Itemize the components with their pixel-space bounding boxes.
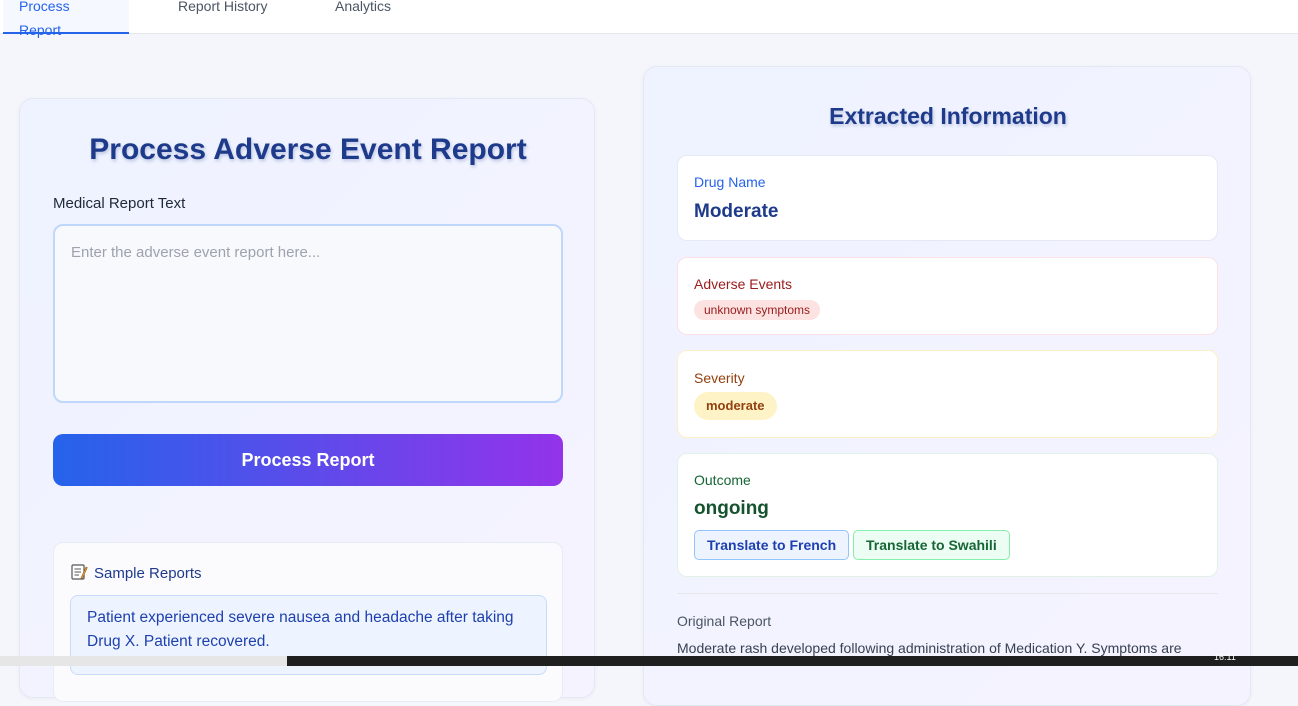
adverse-event-tag: unknown symptoms: [694, 300, 821, 320]
sample-reports-heading: Sample Reports: [70, 563, 202, 582]
sample-reports-panel: Sample Reports Patient experienced sever…: [53, 542, 563, 702]
report-text-input[interactable]: [53, 224, 563, 403]
tab-report-history[interactable]: Report History: [162, 0, 283, 34]
drug-name-box: Drug Name Moderate: [677, 155, 1218, 241]
translate-french-button[interactable]: Translate to French: [694, 530, 850, 560]
process-report-card: Process Adverse Event Report Medical Rep…: [19, 98, 595, 702]
taskbar: 16:11: [0, 652, 1298, 666]
memo-icon: [70, 563, 88, 581]
severity-badge: moderate: [694, 392, 777, 420]
severity-box: Severity moderate: [677, 350, 1218, 438]
adverse-events-label: Adverse Events: [694, 276, 793, 292]
drug-name-label: Drug Name: [694, 174, 766, 190]
severity-label: Severity: [694, 370, 745, 386]
report-text-label: Medical Report Text: [53, 195, 186, 212]
translate-swahili-button[interactable]: Translate to Swahili: [853, 530, 1010, 560]
original-report-label: Original Report: [677, 613, 772, 629]
tab-process-report[interactable]: Process Report: [3, 0, 129, 38]
extracted-info-card: Extracted Information Drug Name Moderate…: [643, 66, 1251, 706]
drug-name-value: Moderate: [694, 201, 779, 222]
taskbar-search-area[interactable]: [0, 656, 287, 666]
divider: [677, 593, 1218, 594]
extracted-info-title: Extracted Information: [829, 103, 1067, 129]
process-report-button[interactable]: Process Report: [53, 434, 563, 486]
tab-analytics[interactable]: Analytics: [319, 0, 407, 34]
outcome-value: ongoing: [694, 498, 769, 519]
outcome-label: Outcome: [694, 472, 751, 488]
sample-reports-label: Sample Reports: [94, 565, 202, 582]
taskbar-clock: 16:11: [1214, 652, 1236, 662]
page-title: Process Adverse Event Report: [89, 133, 527, 166]
outcome-box: Outcome ongoing Translate to French Tran…: [677, 453, 1218, 577]
adverse-events-box: Adverse Events unknown symptoms: [677, 257, 1218, 335]
tab-bar: Process Report Report History Analytics: [0, 0, 1298, 38]
